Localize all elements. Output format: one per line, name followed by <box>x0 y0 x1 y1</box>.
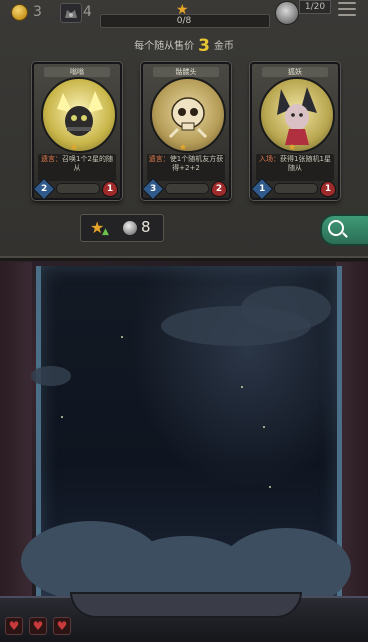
bottom-arch <box>70 592 302 618</box>
attack-badge: 1 <box>250 177 274 201</box>
star-icon: ★ <box>288 143 297 153</box>
turn-counter: 1/20 <box>299 0 331 14</box>
coin-icon <box>123 221 137 235</box>
sell-value: 3 <box>198 36 210 56</box>
shop-card-2[interactable]: 骷髅头 ★ 遗言：使1个随机友方获得+2+2 3 2 <box>141 62 231 201</box>
cloud <box>241 286 331 331</box>
mote <box>241 386 243 388</box>
health-badge: 1 <box>102 181 118 197</box>
card-name: 狐妖 <box>262 67 328 77</box>
sell-prefix: 每个随从售价 <box>134 41 195 52</box>
card-text: 入场：获得1张随机1星随从 <box>256 154 334 181</box>
heart-icon: ♥ <box>29 617 47 635</box>
menu-icon[interactable] <box>338 2 356 18</box>
card-art-bee <box>41 77 117 153</box>
gold-count: 3 <box>33 4 42 20</box>
refresh-button[interactable] <box>320 214 368 246</box>
mote <box>61 416 63 418</box>
shop-card-1[interactable]: 嗡嗡 ★ 遗言：召唤1个2星的随从 2 1 <box>32 62 122 201</box>
card-plate <box>56 183 100 194</box>
heart-icon: ♥ <box>53 617 71 635</box>
upgrade-tier-button[interactable]: ★ ▲ 8 <box>80 214 164 242</box>
mote <box>263 426 265 428</box>
health-badge: 2 <box>211 181 227 197</box>
attack-badge: 3 <box>141 177 165 201</box>
card-plate <box>165 183 209 194</box>
card-desc: 获得1张随机1星随从 <box>280 155 331 172</box>
tier-level: 4 <box>83 4 92 20</box>
card-keyword: 遗言： <box>148 155 170 163</box>
card-art-skull <box>150 77 226 153</box>
card-desc: 召唤1个2星的随从 <box>62 155 113 172</box>
card-text: 遗言：使1个随机友方获得+2+2 <box>147 154 225 181</box>
shop-card-3[interactable]: 狐妖 ★ 入场：获得1张随机1星随从 1 1 <box>250 62 340 201</box>
coin-icon <box>12 5 27 20</box>
star-icon: ★ <box>176 2 189 18</box>
card-text: 遗言：召唤1个2星的随从 <box>38 154 116 181</box>
health-badge: 1 <box>320 181 336 197</box>
mote <box>121 336 123 338</box>
card-name: 骷髅头 <box>153 67 219 77</box>
card-desc: 使1个随机友方获得+2+2 <box>169 155 224 172</box>
star-icon: ★ <box>179 143 188 153</box>
search-icon <box>328 220 344 236</box>
minion-jar[interactable] <box>21 266 351 608</box>
tier-icon <box>60 3 82 23</box>
top-bar: 3 4 0/8 ★ 1/20 <box>0 0 368 28</box>
card-keyword: 遗言： <box>41 155 63 163</box>
mote <box>269 486 271 488</box>
avatar[interactable] <box>275 1 299 25</box>
card-art-fox <box>259 77 335 153</box>
shop-panel: 3 4 0/8 ★ 1/20 每个随从售价 3 金币 嗡嗡 ★ 遗言：召唤1个2… <box>0 0 368 261</box>
upgrade-cost: 8 <box>141 218 151 236</box>
sell-suffix: 金币 <box>213 41 234 52</box>
card-plate <box>274 183 318 194</box>
card-name: 嗡嗡 <box>44 67 110 77</box>
attack-badge: 2 <box>32 177 56 201</box>
sell-price-line: 每个随从售价 3 金币 <box>0 36 368 56</box>
card-keyword: 入场： <box>259 155 281 163</box>
heart-icon: ♥ <box>5 617 23 635</box>
star-icon: ★ <box>70 143 79 153</box>
cloud <box>31 366 71 386</box>
arrow-up-icon: ▲ <box>102 227 109 237</box>
